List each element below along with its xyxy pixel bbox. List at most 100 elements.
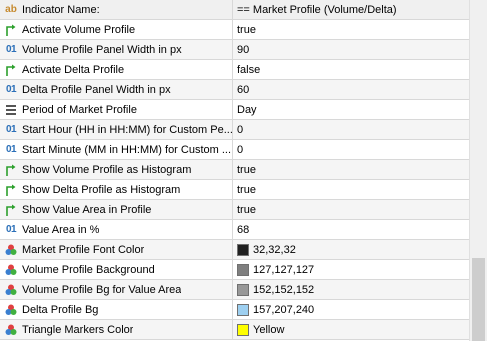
property-row[interactable]: 01 Start Hour (HH in HH:MM) for Custom Pe… [0,120,469,140]
color-swatch[interactable] [237,263,249,276]
palette-icon [4,243,18,257]
color-swatch[interactable] [237,303,249,316]
property-value-cell[interactable]: 68 [233,220,469,239]
property-label: Show Value Area in Profile [22,203,152,216]
property-value: true [237,183,256,196]
indicator-name-value[interactable]: == Market Profile (Volume/Delta) [233,0,469,19]
property-value: true [237,203,256,216]
bool-arrow-icon [4,203,18,217]
property-row[interactable]: Volume Profile Bg for Value Area 152,152,… [0,280,469,300]
property-row[interactable]: Period of Market Profile Day [0,100,469,120]
enum-list-icon [4,103,18,117]
property-value-cell[interactable]: 90 [233,40,469,59]
property-row[interactable]: 01 Start Minute (MM in HH:MM) for Custom … [0,140,469,160]
property-label: Market Profile Font Color [22,243,145,256]
property-value-cell[interactable]: Day [233,100,469,119]
property-value: 127,127,127 [253,263,315,276]
property-value: true [237,23,256,36]
property-row[interactable]: Delta Profile Bg 157,207,240 [0,300,469,320]
property-name-cell: Show Value Area in Profile [0,200,233,219]
number-icon: 01 [5,43,17,55]
property-row[interactable]: Show Value Area in Profile true [0,200,469,220]
bool-arrow-icon [4,23,18,37]
bool-arrow-icon [4,163,18,177]
property-label: Show Volume Profile as Histogram [22,163,192,176]
property-value: 0 [237,123,244,136]
inputs-grid: ab Indicator Name: == Market Profile (Vo… [0,0,469,340]
property-label: Volume Profile Panel Width in px [22,43,182,56]
property-name-cell: Period of Market Profile [0,100,233,119]
scrollbar-thumb[interactable] [472,258,485,341]
property-name-cell: 01 Value Area in % [0,220,233,239]
property-label: Volume Profile Bg for Value Area [22,283,182,296]
property-row[interactable]: Show Delta Profile as Histogram true [0,180,469,200]
property-name-cell: 01 Delta Profile Panel Width in px [0,80,233,99]
property-row[interactable]: 01 Value Area in % 68 [0,220,469,240]
property-value: 60 [237,83,250,96]
property-value-cell[interactable]: true [233,180,469,199]
color-swatch[interactable] [237,283,249,296]
property-name-cell: Volume Profile Background [0,260,233,279]
number-icon: 01 [5,223,17,235]
header-name-cell: ab Indicator Name: [0,0,233,19]
vertical-scrollbar[interactable] [469,0,487,341]
property-label: Delta Profile Bg [22,303,99,316]
string-type-icon: ab [5,3,17,15]
property-label: Value Area in % [22,223,100,236]
indicator-name-text: == Market Profile (Volume/Delta) [237,3,397,16]
property-label: Start Hour (HH in HH:MM) for Custom Pe..… [22,123,232,136]
property-name-cell: 01 Start Hour (HH in HH:MM) for Custom Pe… [0,120,233,139]
property-value-cell[interactable]: true [233,20,469,39]
property-value: false [237,63,261,76]
property-row[interactable]: Show Volume Profile as Histogram true [0,160,469,180]
property-name-cell: Volume Profile Bg for Value Area [0,280,233,299]
property-row[interactable]: Volume Profile Background 127,127,127 [0,260,469,280]
property-label: Delta Profile Panel Width in px [22,83,171,96]
number-icon: 01 [5,83,17,95]
property-value: Yellow [253,323,285,336]
property-value-cell[interactable]: true [233,200,469,219]
property-row[interactable]: Activate Volume Profile true [0,20,469,40]
property-value-cell[interactable]: false [233,60,469,79]
number-icon: 01 [5,143,17,155]
property-label: Start Minute (MM in HH:MM) for Custom ..… [22,143,232,156]
number-icon: 01 [5,123,17,135]
palette-icon [4,323,18,337]
header-name-label: Indicator Name: [22,3,100,16]
property-row[interactable]: Market Profile Font Color 32,32,32 [0,240,469,260]
property-name-cell: Market Profile Font Color [0,240,233,259]
property-row[interactable]: 01 Delta Profile Panel Width in px 60 [0,80,469,100]
palette-icon [4,263,18,277]
property-value-cell[interactable]: true [233,160,469,179]
property-name-cell: Activate Volume Profile [0,20,233,39]
property-value: 32,32,32 [253,243,296,256]
property-value-cell[interactable]: 60 [233,80,469,99]
property-label: Activate Volume Profile [22,23,136,36]
bool-arrow-icon [4,63,18,77]
property-row[interactable]: Triangle Markers Color Yellow [0,320,469,340]
color-swatch[interactable] [237,243,249,256]
property-value-cell[interactable]: 152,152,152 [233,280,469,299]
property-value-cell[interactable]: 32,32,32 [233,240,469,259]
property-value: 68 [237,223,250,236]
property-name-cell: 01 Volume Profile Panel Width in px [0,40,233,59]
color-swatch[interactable] [237,323,249,336]
property-row[interactable]: Activate Delta Profile false [0,60,469,80]
property-value: 152,152,152 [253,283,315,296]
property-value: 90 [237,43,250,56]
property-value-cell[interactable]: 157,207,240 [233,300,469,319]
property-name-cell: Triangle Markers Color [0,320,233,339]
header-row: ab Indicator Name: == Market Profile (Vo… [0,0,469,20]
property-label: Show Delta Profile as Histogram [22,183,181,196]
property-value-cell[interactable]: 0 [233,120,469,139]
property-value: 157,207,240 [253,303,315,316]
palette-icon [4,303,18,317]
property-row[interactable]: 01 Volume Profile Panel Width in px 90 [0,40,469,60]
property-value-cell[interactable]: 0 [233,140,469,159]
property-value: Day [237,103,257,116]
property-value-cell[interactable]: 127,127,127 [233,260,469,279]
property-value-cell[interactable]: Yellow [233,320,469,339]
property-name-cell: Activate Delta Profile [0,60,233,79]
property-name-cell: Show Volume Profile as Histogram [0,160,233,179]
property-name-cell: Show Delta Profile as Histogram [0,180,233,199]
